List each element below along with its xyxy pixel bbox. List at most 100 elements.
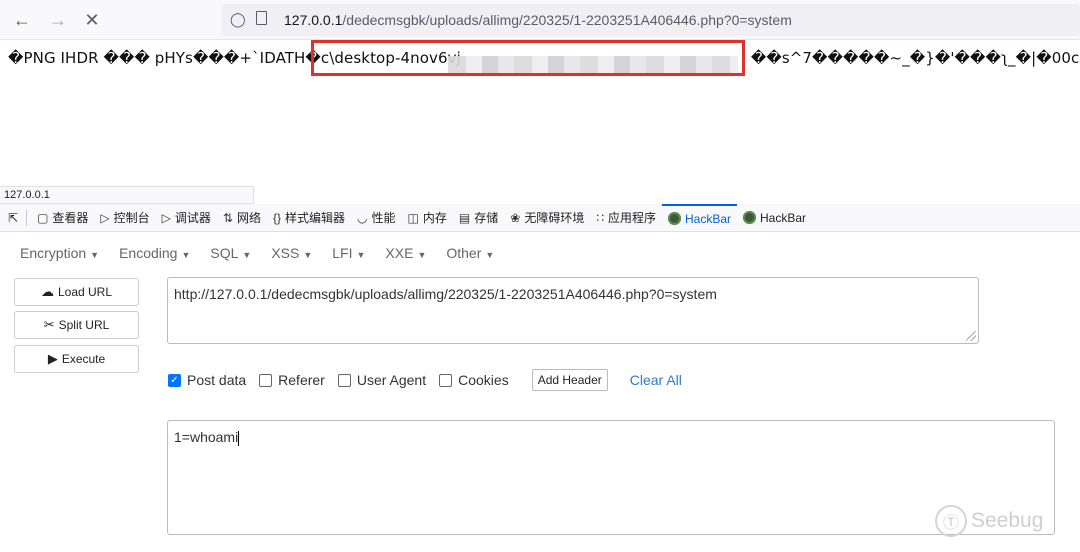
network-icon: ⇅ xyxy=(222,210,233,225)
menu-lfi[interactable]: LFI ▼ xyxy=(332,245,365,261)
seebug-watermark: Ⓣ Seebug xyxy=(935,505,1043,537)
execute-button[interactable]: ▶ Execute xyxy=(14,345,139,373)
user-agent-checkbox[interactable]: User Agent xyxy=(337,372,427,388)
browser-toolbar: ← → ✕ ◯ 127.0.0.1/dedecmsgbk/uploads/all… xyxy=(0,0,1080,40)
page-icon xyxy=(256,11,267,25)
tab-label: 调试器 xyxy=(174,211,211,225)
status-bar: 127.0.0.1 xyxy=(0,186,254,204)
png-text-after: ��s^7�����~_�}�'���ʅ_�|�00cံg�� xyxy=(750,49,1080,67)
tab-style-editor[interactable]: {} 样式编辑器 xyxy=(267,204,351,232)
menu-label: Other xyxy=(446,245,482,261)
checkbox-label: Referer xyxy=(278,372,325,388)
resize-handle-icon[interactable] xyxy=(966,331,976,341)
menu-xxe[interactable]: XXE ▼ xyxy=(385,245,426,261)
hackbar-options: ✓ Post data Referer User Agent Cookies Ad… xyxy=(168,369,682,391)
arrow-right-icon[interactable]: → xyxy=(46,8,70,32)
checkbox-box[interactable] xyxy=(259,373,273,387)
hackbar-menu: Encryption ▼ Encoding ▼ SQL ▼ XSS ▼ LFI ▼ XXE… xyxy=(0,232,1080,274)
arrow-left-icon[interactable]: ← xyxy=(10,8,34,32)
shield-icon[interactable]: ◯ xyxy=(230,11,246,28)
clear-all-link[interactable]: Clear All xyxy=(630,372,682,388)
tab-label: 网络 xyxy=(236,211,261,225)
load-url-button[interactable]: ☁ Load URL xyxy=(14,278,139,306)
referer-checkbox[interactable]: Referer xyxy=(259,372,325,388)
checkbox-label: Cookies xyxy=(458,372,509,388)
seebug-logo-icon: Ⓣ xyxy=(935,505,967,537)
tab-hackbar-active[interactable]: HackBar xyxy=(661,203,737,232)
tab-label: 无障碍环境 xyxy=(524,211,585,225)
menu-sql[interactable]: SQL ▼ xyxy=(210,245,251,261)
text-cursor xyxy=(238,430,240,446)
checkmark-icon[interactable]: ✓ xyxy=(168,373,181,387)
caret-down-icon: ▼ xyxy=(417,250,427,260)
caret-down-icon: ▼ xyxy=(303,250,313,260)
tab-label: 应用程序 xyxy=(607,211,656,225)
tab-hackbar[interactable]: HackBar xyxy=(737,204,812,232)
inspector-icon: ▢ xyxy=(37,210,49,225)
caret-down-icon: ▼ xyxy=(181,250,191,260)
checkbox-box[interactable] xyxy=(439,373,453,387)
checkbox-label: Post data xyxy=(187,372,247,388)
menu-encryption[interactable]: Encryption ▼ xyxy=(20,245,99,261)
png-text-before: �PNG IHDR ��� pHYs���+`IDATH� xyxy=(8,49,321,67)
menu-other[interactable]: Other ▼ xyxy=(446,245,494,261)
style-editor-icon: {} xyxy=(273,210,282,225)
tab-label: 性能 xyxy=(371,211,396,225)
tab-storage[interactable]: ▤ 存储 xyxy=(453,204,504,232)
tab-memory[interactable]: ◫ 内存 xyxy=(402,204,453,232)
tab-label: 样式编辑器 xyxy=(285,211,346,225)
debugger-icon: ▷ xyxy=(161,210,171,225)
tab-inspector[interactable]: ▢ 查看器 xyxy=(31,204,94,232)
url-host: 127.0.0.1 xyxy=(284,12,343,28)
close-icon[interactable]: ✕ xyxy=(80,8,104,32)
button-label: Split URL xyxy=(58,318,110,332)
caret-down-icon: ▼ xyxy=(90,250,100,260)
tab-debugger[interactable]: ▷ 调试器 xyxy=(156,204,217,232)
add-header-button[interactable]: Add Header xyxy=(531,369,608,391)
application-icon: ∷ xyxy=(596,210,604,225)
menu-label: LFI xyxy=(332,245,353,261)
hackbar-icon xyxy=(743,211,756,224)
tab-label: 存储 xyxy=(474,211,499,225)
console-icon: ▷ xyxy=(100,210,110,225)
scissors-icon: ✂ xyxy=(43,317,55,332)
post-data-textarea[interactable]: 1=whoami xyxy=(167,420,1055,535)
menu-encoding[interactable]: Encoding ▼ xyxy=(119,245,190,261)
memory-icon: ◫ xyxy=(407,210,419,225)
cookies-checkbox[interactable]: Cookies xyxy=(439,372,509,388)
menu-label: Encryption xyxy=(20,245,87,261)
url-textarea[interactable]: http://127.0.0.1/dedecmsgbk/uploads/alli… xyxy=(167,277,979,344)
split-url-button[interactable]: ✂ Split URL xyxy=(14,311,139,339)
tab-application[interactable]: ∷ 应用程序 xyxy=(590,204,662,232)
cloud-download-icon: ☁ xyxy=(40,284,54,299)
divider xyxy=(26,209,28,226)
tab-label: 控制台 xyxy=(113,211,150,225)
menu-label: Encoding xyxy=(119,245,178,261)
element-picker-icon[interactable]: ⇱ xyxy=(0,204,22,232)
devtools-tabbar: ⇱ ▢ 查看器 ▷ 控制台 ▷ 调试器 ⇅ 网络 {} 样式编辑器 ◡ 性能 ◫ 内存 ▤ 存储… xyxy=(0,203,1080,232)
page-content: �PNG IHDR ��� pHYs���+`IDATH�c\desktop-4… xyxy=(0,40,1080,186)
post-body: 1=whoami xyxy=(174,429,239,445)
caret-down-icon: ▼ xyxy=(242,250,252,260)
tab-performance[interactable]: ◡ 性能 xyxy=(351,204,402,232)
play-circle-icon: ▶ xyxy=(47,351,58,366)
tab-label: 查看器 xyxy=(52,211,89,225)
tab-console[interactable]: ▷ 控制台 xyxy=(94,204,155,232)
menu-label: SQL xyxy=(210,245,239,261)
post-data-checkbox[interactable]: ✓ Post data xyxy=(168,372,246,388)
tab-network[interactable]: ⇅ 网络 xyxy=(217,204,267,232)
accessibility-icon: ❀ xyxy=(510,210,521,225)
tab-accessibility[interactable]: ❀ 无障碍环境 xyxy=(504,204,590,232)
tab-label: 内存 xyxy=(422,211,447,225)
tab-label: HackBar xyxy=(760,210,807,225)
tab-label: HackBar xyxy=(684,211,731,226)
address-bar[interactable]: ◯ 127.0.0.1/dedecmsgbk/uploads/allimg/22… xyxy=(222,4,1080,36)
highlight-box xyxy=(311,40,745,76)
url-value: http://127.0.0.1/dedecmsgbk/uploads/alli… xyxy=(174,286,717,302)
hackbar-icon xyxy=(667,212,681,225)
checkbox-box[interactable] xyxy=(337,373,351,387)
url-text[interactable]: 127.0.0.1/dedecmsgbk/uploads/allimg/2203… xyxy=(284,12,792,28)
menu-label: XSS xyxy=(271,245,300,261)
checkbox-label: User Agent xyxy=(356,372,427,388)
menu-xss[interactable]: XSS ▼ xyxy=(271,245,312,261)
